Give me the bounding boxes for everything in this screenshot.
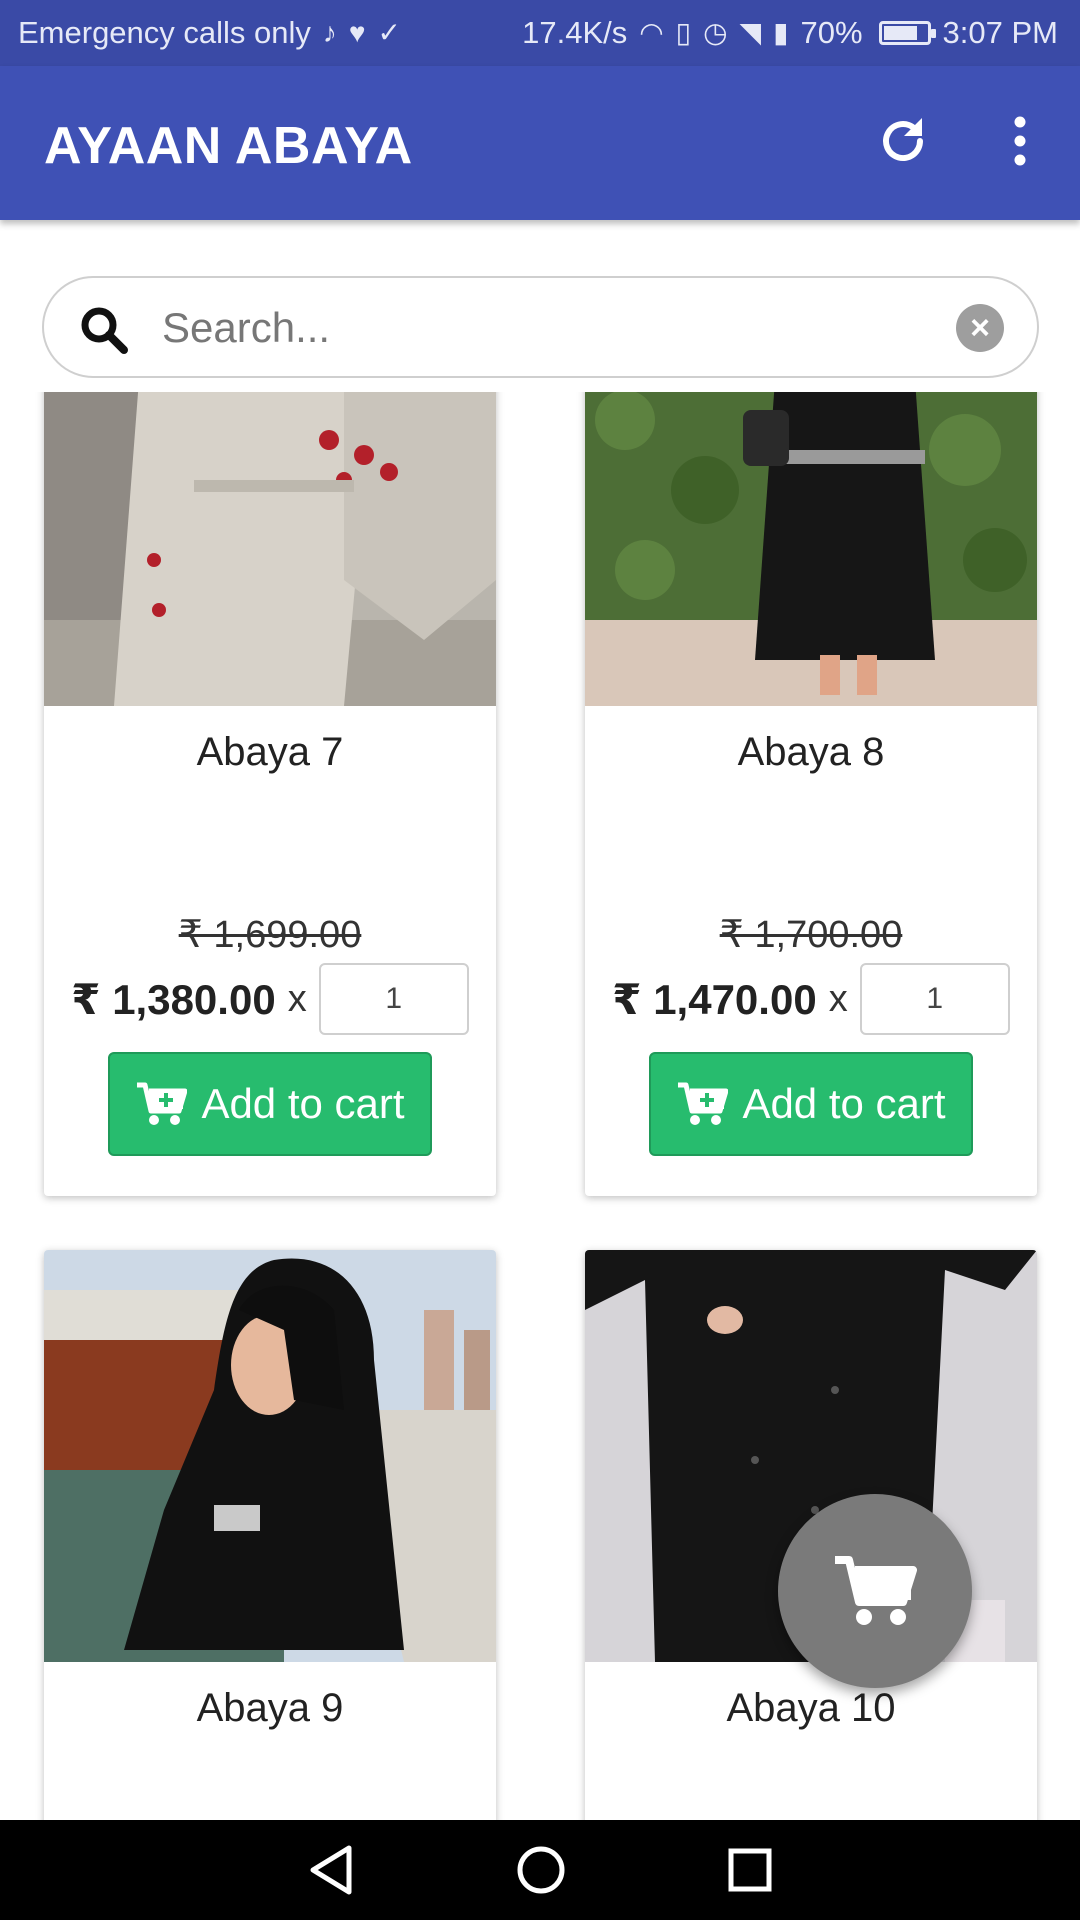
sim-alert-icon: ▮ [773, 17, 789, 48]
product-price: ₹ 1,380.00 [71, 975, 276, 1023]
recents-icon[interactable] [727, 1847, 773, 1893]
add-to-cart-label: Add to cart [201, 1080, 405, 1127]
system-nav-bar [0, 1820, 1080, 1920]
more-vert-icon[interactable] [1000, 114, 1040, 168]
alarm-icon: ◷ [703, 17, 728, 48]
carrier-text: Emergency calls only [18, 15, 311, 50]
status-bar: Emergency calls only ♪ ♥ ✓ 17.4K/s ◠ ▯ ◷… [0, 0, 1080, 66]
home-icon[interactable] [515, 1844, 567, 1896]
wifi-icon: ◥ [739, 17, 762, 48]
product-card: Abaya 9 [44, 1250, 496, 1820]
price-line: ₹ 1,470.00 x [585, 962, 1037, 1036]
search-input[interactable] [162, 296, 962, 360]
net-speed-text: 17.4K/s [522, 15, 628, 50]
shopping-cart-icon [835, 1556, 917, 1625]
search-icon [78, 304, 130, 356]
product-image[interactable] [585, 392, 1037, 706]
times-sign: x [287, 977, 307, 1020]
back-icon[interactable] [307, 1844, 355, 1896]
cart-fab-button[interactable] [778, 1494, 972, 1688]
health-heart-icon: ♥ [348, 17, 366, 48]
product-old-price: ₹ 1,700.00 [719, 914, 903, 956]
app-bar: AYAAN ABAYA [0, 66, 1080, 220]
product-name[interactable]: Abaya 8 [585, 730, 1037, 775]
quantity-input[interactable] [318, 963, 469, 1035]
product-card: Abaya 8 ₹ 1,700.00 ₹ 1,470.00 x Add to c… [585, 392, 1037, 1196]
music-note-icon: ♪ [322, 17, 337, 48]
vibrate-icon: ▯ [675, 17, 692, 48]
product-card: Abaya 7 ₹ 1,699.00 ₹ 1,380.00 x Add to c… [44, 392, 496, 1196]
add-to-cart-button[interactable]: Add to cart [649, 1052, 973, 1156]
product-name[interactable]: Abaya 10 [585, 1686, 1037, 1731]
product-name[interactable]: Abaya 7 [44, 730, 496, 775]
clock: 3:07 PM [942, 15, 1058, 50]
times-sign: x [828, 977, 848, 1020]
product-price: ₹ 1,470.00 [612, 975, 817, 1023]
battery-percent: 70% [800, 15, 863, 50]
app-title: AYAAN ABAYA [44, 117, 413, 175]
product-name[interactable]: Abaya 9 [44, 1686, 496, 1731]
add-cart-icon [137, 1082, 188, 1125]
clear-search-icon[interactable]: × [956, 304, 1004, 352]
battery-icon [878, 21, 936, 45]
add-cart-icon [678, 1082, 729, 1125]
price-line: ₹ 1,380.00 x [44, 962, 496, 1036]
check-icon: ✓ [377, 17, 401, 48]
product-old-price: ₹ 1,699.00 [178, 914, 362, 956]
add-to-cart-label: Add to cart [742, 1080, 946, 1127]
search-bar: × [42, 276, 1039, 378]
headset-icon: ◠ [639, 17, 664, 48]
product-image[interactable] [44, 1250, 496, 1662]
refresh-icon[interactable] [876, 114, 930, 168]
product-image[interactable] [44, 392, 496, 706]
quantity-input[interactable] [859, 963, 1010, 1035]
add-to-cart-button[interactable]: Add to cart [108, 1052, 432, 1156]
